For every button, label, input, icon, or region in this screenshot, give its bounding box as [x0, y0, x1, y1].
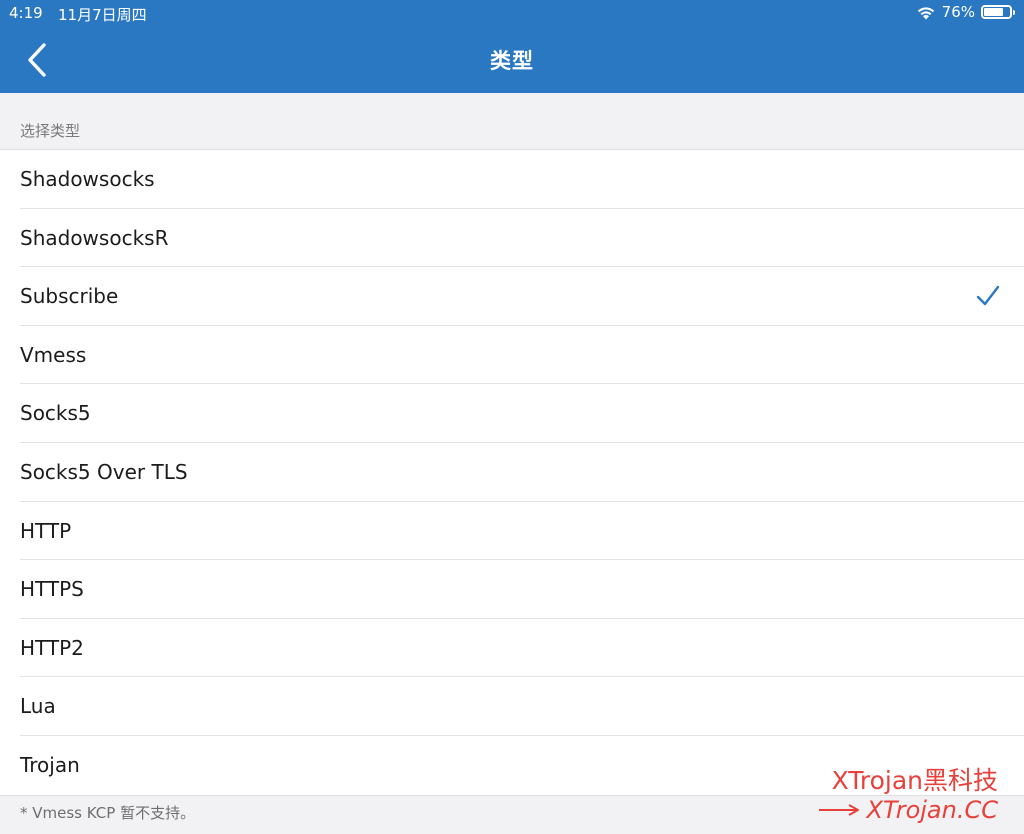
type-option-label: HTTP2 — [20, 635, 84, 660]
type-option-label: Subscribe — [20, 284, 119, 309]
type-option-vmess[interactable]: Vmess — [0, 326, 1024, 385]
type-option-label: Vmess — [20, 342, 87, 367]
watermark-line1: XTrojan黑科技 — [831, 766, 998, 795]
status-time: 4:19 — [9, 4, 43, 22]
type-option-label: Trojan — [20, 752, 80, 777]
type-option-socks5-over-tls[interactable]: Socks5 Over TLS — [0, 443, 1024, 502]
battery-percent: 76% — [941, 3, 975, 21]
type-option-shadowsocks[interactable]: Shadowsocks — [0, 150, 1024, 209]
nav-bar: 类型 — [0, 28, 1024, 93]
type-option-label: Lua — [20, 694, 56, 719]
status-date: 11月7日周四 — [58, 6, 147, 24]
watermark-line2: XTrojan.CC — [818, 796, 998, 825]
app-header: 4:19 11月7日周四 76% 类型 — [0, 0, 1024, 93]
type-option-https[interactable]: HTTPS — [0, 560, 1024, 619]
type-option-http[interactable]: HTTP — [0, 502, 1024, 561]
arrow-right-icon — [818, 803, 860, 817]
battery-fill — [984, 8, 1003, 16]
wifi-icon — [916, 5, 936, 20]
type-option-socks5[interactable]: Socks5 — [0, 384, 1024, 443]
type-option-http2[interactable]: HTTP2 — [0, 619, 1024, 678]
section-header: 选择类型 — [20, 122, 81, 140]
watermark: XTrojan黑科技 XTrojan.CC — [818, 766, 998, 825]
page-title: 类型 — [490, 49, 534, 73]
type-option-label: HTTP — [20, 518, 72, 543]
type-option-label: Socks5 Over TLS — [20, 459, 188, 484]
status-bar: 4:19 11月7日周四 76% — [0, 0, 1024, 28]
type-option-shadowsocksr[interactable]: ShadowsocksR — [0, 209, 1024, 268]
type-option-label: Shadowsocks — [20, 167, 155, 191]
status-right: 76% — [916, 3, 1015, 21]
type-option-lua[interactable]: Lua — [0, 677, 1024, 736]
battery-icon — [981, 5, 1015, 19]
type-option-label: Socks5 — [20, 401, 91, 426]
type-option-label: ShadowsocksR — [20, 225, 169, 250]
type-option-label: HTTPS — [20, 577, 84, 602]
type-list: Shadowsocks ShadowsocksR Subscribe Vmess Soc… — [0, 149, 1024, 796]
watermark-url: XTrojan.CC — [866, 796, 998, 824]
type-option-subscribe[interactable]: Subscribe — [0, 267, 1024, 326]
footer-note: * Vmess KCP 暂不支持。 — [20, 804, 196, 822]
checkmark-icon — [976, 284, 1000, 308]
